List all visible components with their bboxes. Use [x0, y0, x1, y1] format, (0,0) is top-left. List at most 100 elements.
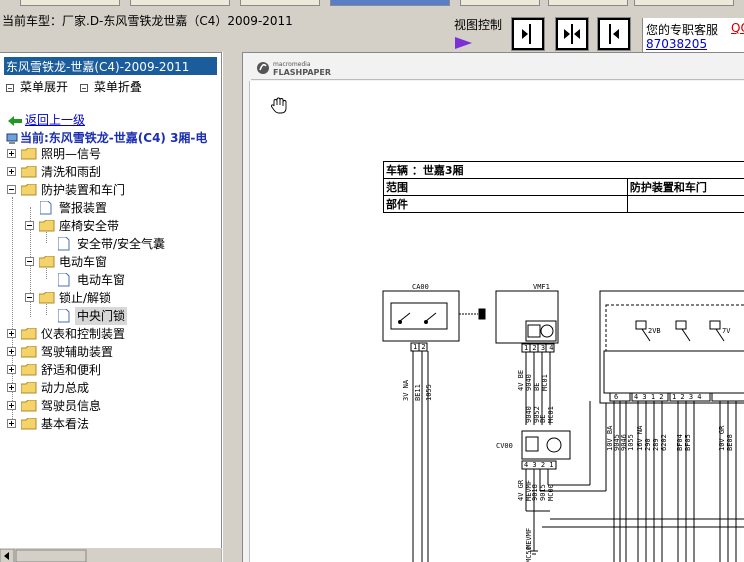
top-tab-6[interactable] — [548, 0, 628, 6]
tree-item-label: 座椅安全带 — [59, 219, 120, 233]
collapse-minus-icon[interactable] — [25, 293, 34, 302]
wire-9015: 9015 — [539, 484, 547, 501]
menu-expand-label: 菜单展开 — [20, 80, 69, 94]
menu-collapse-label: 菜单折叠 — [93, 80, 142, 94]
wire-9040: 9040 — [525, 374, 533, 391]
label-ca00: CA00 — [412, 283, 429, 291]
wire-9018: 9018 — [531, 484, 539, 501]
logo-brand: macromedia — [273, 61, 311, 68]
flashpaper-logo: macromedia FLASHPAPER — [257, 61, 331, 77]
scrollbar-graphic — [0, 548, 237, 562]
top-tab-4[interactable] — [330, 0, 450, 6]
wire-be08: BE08 — [726, 434, 734, 451]
sidebar-header[interactable]: 东风雪铁龙-世嘉(C4)-2009-2011 — [4, 57, 217, 75]
tree-item-seatbelt-airbag[interactable]: 安全带/安全气囊 — [0, 235, 220, 253]
document-icon — [58, 309, 70, 323]
folder-open-icon — [21, 184, 37, 196]
tree-item-lock-unlock[interactable]: 锁止/解锁 — [0, 289, 220, 307]
expand-plus-icon[interactable] — [7, 347, 16, 356]
menu-collapse-button[interactable]: 菜单折叠 — [79, 78, 142, 95]
back-link[interactable]: 返回上一级 — [8, 111, 85, 128]
tree-item-basics[interactable]: 基本看法 — [0, 415, 220, 433]
service-box: 您的专职客服 QQ 87038205 — [642, 18, 744, 52]
label-cv00: CV00 — [496, 442, 513, 450]
pins-ca00: 1 2 — [413, 343, 426, 351]
folder-open-icon — [39, 292, 55, 304]
wire-1055: 1055 — [425, 384, 433, 401]
flashpaper-toolbar: macromedia FLASHPAPER — [251, 58, 744, 80]
bsi-unit — [599, 290, 744, 404]
tree-item-seatbelt[interactable]: 座椅安全带 — [0, 217, 220, 235]
tree-item-alarm[interactable]: 警报装置 — [0, 199, 220, 217]
document-page[interactable]: 车辆 ：世嘉3厢 范围 防护装置和车门 部件 CA00 VMF1 CV00 2V… — [249, 81, 744, 562]
pins-bsi-3: 1 2 3 4 — [672, 393, 702, 401]
folder-icon — [21, 400, 37, 412]
expand-plus-icon[interactable] — [7, 167, 16, 176]
view-left-panel-button[interactable] — [511, 17, 545, 51]
top-tab-7[interactable] — [634, 0, 734, 6]
tree-item-comfort[interactable]: 舒适和便利 — [0, 361, 220, 379]
wire-4vbe: 4V BE — [517, 370, 525, 391]
collapse-minus-icon[interactable] — [25, 221, 34, 230]
flashpaper-viewer: macromedia FLASHPAPER 车辆 ：世嘉3厢 范围 防护装置和车… — [242, 52, 744, 562]
expand-plus-icon[interactable] — [7, 149, 16, 158]
top-tab-1[interactable] — [20, 0, 120, 6]
tree-item-lighting[interactable]: 照明—信号 — [0, 145, 220, 163]
service-phone-link[interactable]: 87038205 — [646, 37, 707, 51]
tree-item-label: 清洗和雨刮 — [41, 165, 102, 179]
tree-item-instruments[interactable]: 仪表和控制装置 — [0, 325, 220, 343]
document-icon — [58, 273, 70, 287]
tree-item-powertrain[interactable]: 动力总成 — [0, 379, 220, 397]
expand-plus-icon[interactable] — [7, 383, 16, 392]
top-tab-2[interactable] — [130, 0, 230, 6]
top-tab-3[interactable] — [240, 0, 320, 6]
key-icon — [478, 308, 486, 320]
pins-bsi-2: 4 3 1 2 — [634, 393, 664, 401]
tree-item-power-window[interactable]: 电动车窗 — [0, 271, 220, 289]
tree-item-protection-doors[interactable]: 防护装置和车门 — [0, 181, 220, 199]
expand-plus-icon[interactable] — [7, 329, 16, 338]
top-tab-5[interactable] — [460, 0, 540, 6]
menu-expand-row: 菜单展开 菜单折叠 — [6, 78, 150, 95]
folder-open-icon — [39, 220, 55, 232]
expand-plus-icon[interactable] — [7, 401, 16, 410]
view-split-button[interactable] — [555, 17, 589, 51]
expand-plus-icon[interactable] — [7, 419, 16, 428]
tree-item-label: 动力总成 — [41, 381, 90, 395]
panel-right-icon — [609, 24, 619, 44]
wire-16vna: 16V NA — [636, 425, 644, 451]
current-node: 当前:东风雪铁龙-世嘉(C4) 3厢-电 — [6, 129, 207, 146]
label-7v: 7V — [722, 327, 731, 335]
label-vmf1: VMF1 — [533, 283, 550, 291]
tree-item-driver-info[interactable]: 驾驶员信息 — [0, 397, 220, 415]
panel-splitter[interactable] — [222, 52, 238, 562]
wire-be: BE — [533, 383, 541, 391]
view-right-panel-button[interactable] — [597, 17, 631, 51]
ca00-component — [382, 290, 460, 342]
tree-item-wash-wipe[interactable]: 清洗和雨刮 — [0, 163, 220, 181]
service-text: 您的专职客服 — [646, 23, 719, 37]
wire-mc01: MC01 — [541, 374, 549, 391]
tree-item-central-lock[interactable]: 中央门锁 — [0, 307, 220, 325]
collapse-minus-icon[interactable] — [25, 257, 34, 266]
wire-bf04: BF04 — [676, 434, 684, 451]
tree-item-label: 安全带/安全气囊 — [77, 237, 166, 251]
wire-bf05: BF05 — [684, 434, 692, 451]
tree-item-label: 驾驶员信息 — [41, 399, 102, 413]
view-arrow-icon — [455, 37, 472, 49]
tree-item-power-window-group[interactable]: 电动车窗 — [0, 253, 220, 271]
expand-plus-icon[interactable] — [7, 365, 16, 374]
tree-item-driving-aids[interactable]: 驾驶辅助装置 — [0, 343, 220, 361]
menu-expand-button[interactable]: 菜单展开 — [6, 78, 68, 95]
horizontal-scrollbar[interactable] — [0, 548, 238, 562]
wire-be2: BE — [539, 415, 547, 423]
wire-289: 289 — [652, 438, 660, 451]
wire-4vgr: 4V GR — [517, 479, 525, 501]
service-qq-link[interactable]: QQ — [731, 21, 744, 35]
wire-290: 290 — [644, 438, 652, 451]
logo-product: FLASHPAPER — [273, 68, 331, 77]
folder-icon — [21, 346, 37, 358]
document-icon — [40, 201, 52, 215]
view-control-label: 视图控制 — [454, 18, 503, 32]
collapse-minus-icon[interactable] — [7, 185, 16, 194]
